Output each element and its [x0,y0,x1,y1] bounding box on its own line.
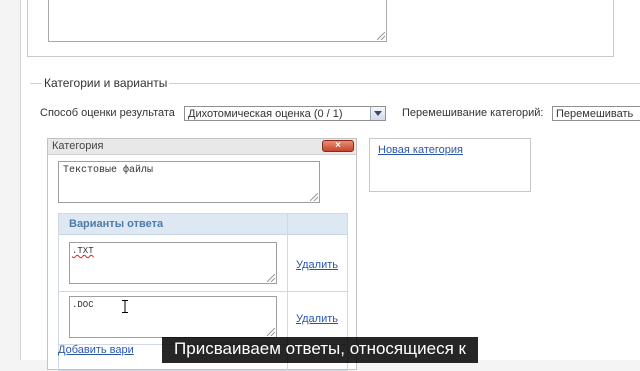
category-name-value: Текстовые файлы [63,165,154,176]
new-category-link[interactable]: Новая категория [378,144,463,156]
scoring-label: Способ оценки результата [40,107,175,119]
answers-header-title: Варианты ответа [69,218,164,230]
subtitle-text: Присваиваем ответы, относящиеся к [162,337,478,363]
subtitle-bar: Присваиваем ответы, относящиеся к [0,337,640,363]
delete-answer-2-link[interactable]: Удалить [296,313,338,325]
top-textarea[interactable] [48,0,387,42]
scoring-select-value: Дихотомическая оценка (0 / 1) [188,108,343,120]
answer-value-1: .TXT [72,246,94,256]
close-icon[interactable]: × [322,140,354,152]
chevron-down-icon[interactable] [370,107,385,120]
row-divider [59,291,347,292]
dialog-header: Категория × [48,139,356,155]
shuffle-select[interactable]: Перемешивать [552,106,640,121]
shuffle-select-value: Перемешивать [556,108,634,120]
dialog-title: Категория [52,140,104,152]
scoring-select[interactable]: Дихотомическая оценка (0 / 1) [184,106,386,121]
delete-answer-1-link[interactable]: Удалить [296,259,338,271]
category-dialog: Категория × Текстовые файлы Варианты отв… [47,138,357,371]
resize-grip-icon[interactable] [377,32,385,40]
section-title: Категории и варианты [42,76,170,90]
resize-grip-icon[interactable] [267,328,275,336]
resize-grip-icon[interactable] [267,274,275,282]
new-category-panel: Новая категория [369,138,531,192]
answer-field-1[interactable]: .TXT [69,242,277,284]
answer-field-2[interactable]: .DOC [69,296,277,338]
answer-value-2: .DOC [72,300,94,310]
shuffle-label: Перемешивание категорий: [402,107,544,119]
resize-grip-icon[interactable] [310,193,318,201]
answers-header: Варианты ответа [59,214,347,235]
category-name-field[interactable]: Текстовые файлы [58,161,320,203]
text-cursor-icon [122,300,128,316]
